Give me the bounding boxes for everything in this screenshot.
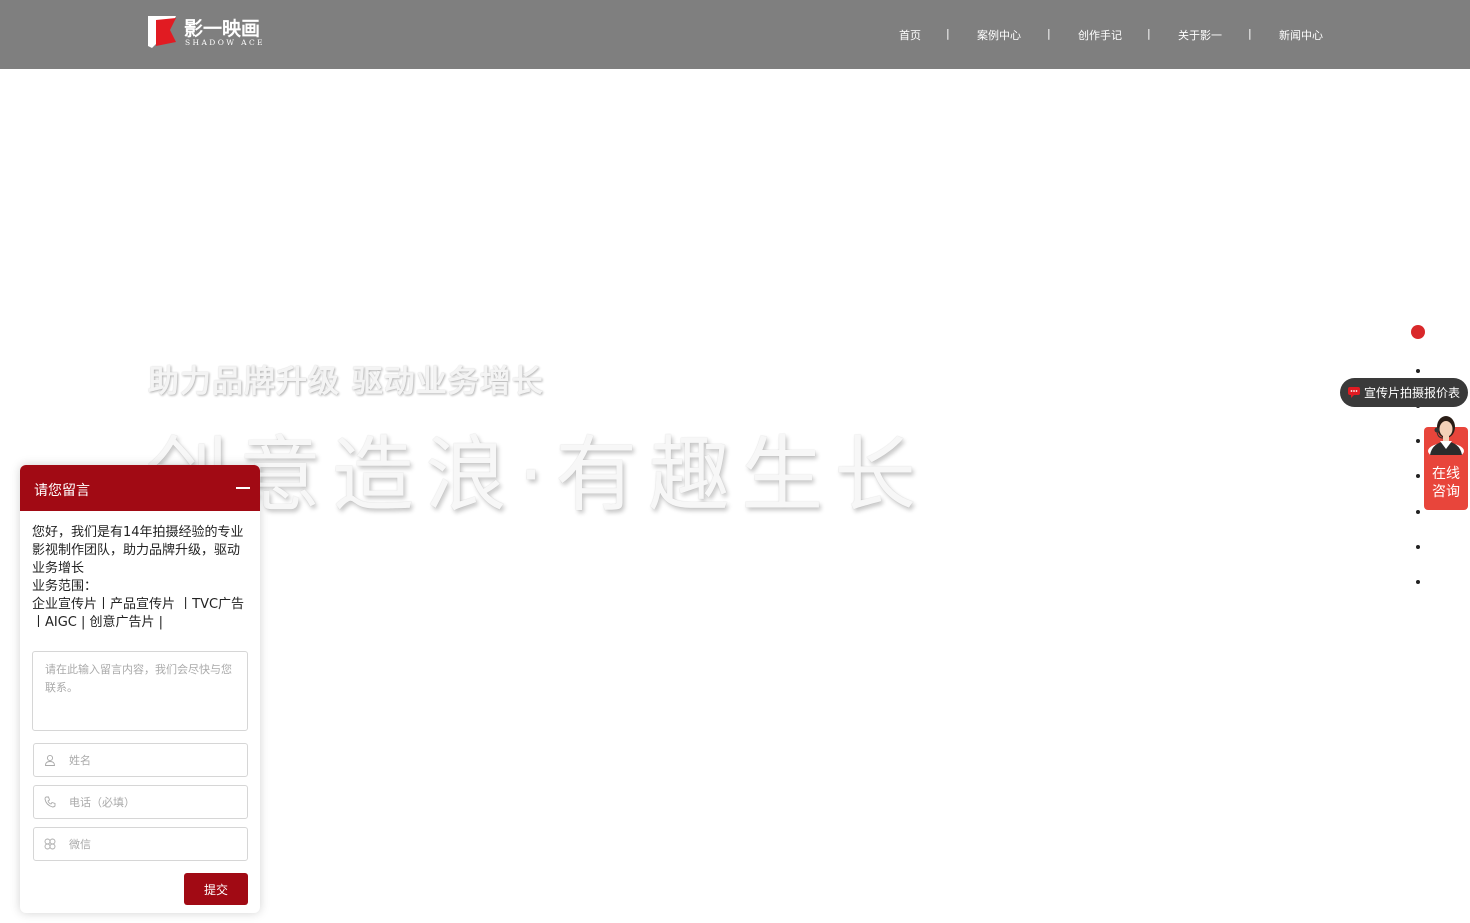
pagination-dot[interactable] bbox=[1416, 510, 1420, 514]
wechat-field bbox=[33, 827, 248, 861]
chat-bubble-icon bbox=[1348, 387, 1360, 398]
price-list-button[interactable]: 宣传片拍摄报价表 bbox=[1340, 378, 1468, 407]
nav-item-cases[interactable]: 案例中心 bbox=[977, 27, 1021, 43]
message-panel: 请您留言 您好，我们是有14年拍摄经验的专业影视制作团队，助力品牌升级，驱动业务… bbox=[20, 465, 260, 913]
phone-icon bbox=[44, 796, 56, 808]
price-list-label: 宣传片拍摄报价表 bbox=[1364, 386, 1461, 400]
user-icon bbox=[45, 754, 55, 766]
pagination-dot[interactable] bbox=[1416, 369, 1420, 373]
submit-button[interactable]: 提交 bbox=[184, 873, 248, 905]
nav-separator: | bbox=[1047, 27, 1051, 40]
message-panel-header: 请您留言 bbox=[20, 465, 260, 511]
online-consult-label: 在线 咨询 bbox=[1432, 466, 1460, 500]
site-header: 影一映画 SHADOW ACE 首页 | 案例中心 | 创作手记 | 关于影一 … bbox=[0, 0, 1470, 69]
pagination-dot[interactable] bbox=[1416, 439, 1420, 443]
wechat-input[interactable] bbox=[69, 828, 239, 860]
logo-flag-icon bbox=[148, 16, 176, 48]
nav-item-about[interactable]: 关于影一 bbox=[1178, 27, 1222, 43]
wechat-icon bbox=[44, 838, 56, 850]
name-input[interactable] bbox=[69, 744, 239, 776]
page: 影一映画 SHADOW ACE 首页 | 案例中心 | 创作手记 | 关于影一 … bbox=[0, 0, 1470, 923]
pagination-dot[interactable] bbox=[1416, 474, 1420, 478]
phone-field bbox=[33, 785, 248, 819]
logo-chinese-text: 影一映画 bbox=[184, 18, 261, 40]
nav-item-home[interactable]: 首页 bbox=[899, 27, 921, 43]
hero-subtitle: 助力品牌升级 驱动业务增长 bbox=[148, 364, 544, 400]
message-panel-title: 请您留言 bbox=[34, 483, 90, 499]
nav-separator: | bbox=[1248, 27, 1252, 40]
nav-separator: | bbox=[1147, 27, 1151, 40]
message-textarea[interactable] bbox=[32, 651, 248, 731]
name-field bbox=[33, 743, 248, 777]
logo[interactable]: 影一映画 SHADOW ACE bbox=[146, 14, 266, 50]
minimize-icon[interactable] bbox=[236, 487, 250, 489]
pagination-dot[interactable] bbox=[1416, 545, 1420, 549]
nav-separator: | bbox=[946, 27, 950, 40]
pagination-dot[interactable] bbox=[1416, 580, 1420, 584]
message-panel-intro: 您好，我们是有14年拍摄经验的专业影视制作团队，助力品牌升级，驱动业务增长 业务… bbox=[32, 525, 245, 630]
logo-english-text: SHADOW ACE bbox=[185, 38, 265, 47]
hero-title: 创意造浪·有趣生长 bbox=[146, 428, 928, 523]
pagination-dot-active[interactable] bbox=[1411, 325, 1425, 339]
customer-service-avatar-icon bbox=[1428, 416, 1464, 455]
nav-item-notes[interactable]: 创作手记 bbox=[1078, 27, 1122, 43]
nav-item-news[interactable]: 新闻中心 bbox=[1279, 27, 1323, 43]
phone-input[interactable] bbox=[69, 786, 239, 818]
